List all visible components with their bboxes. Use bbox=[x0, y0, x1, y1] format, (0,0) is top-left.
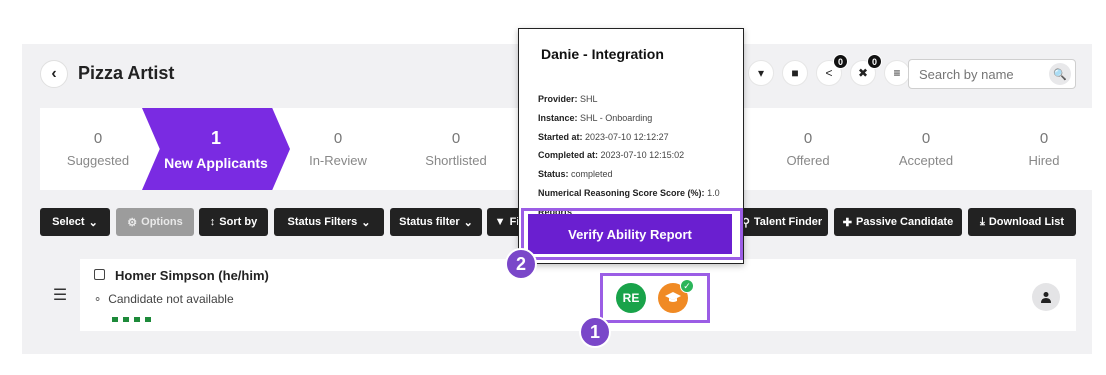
status-filters-button[interactable]: Status Filters ⌄ bbox=[274, 208, 384, 236]
stage-label: Accepted bbox=[898, 153, 954, 168]
sort-icon: ↕ bbox=[209, 216, 216, 228]
detail-provider: Provider: SHL bbox=[538, 94, 598, 104]
highlight-box-1 bbox=[600, 273, 710, 323]
passive-candidate-button[interactable]: ✚ Passive Candidate bbox=[834, 208, 962, 236]
eye-slash-icon: ⚬ bbox=[93, 293, 103, 306]
stage-accepted[interactable]: 0 Accepted bbox=[868, 108, 984, 190]
candidate-availability: ⚬ Candidate not available bbox=[93, 292, 234, 306]
candidate-checkbox[interactable] bbox=[94, 269, 105, 280]
header-actions: ▾ ■ <0 ✖ 0 ≡ bbox=[748, 54, 910, 86]
select-label: Select bbox=[52, 216, 85, 228]
talent-finder-button[interactable]: ⚲ Talent Finder bbox=[736, 208, 828, 236]
popup-details: Provider: SHL Instance: SHL - Onboarding… bbox=[538, 90, 738, 222]
download-list-button[interactable]: ⤓ Download List bbox=[968, 208, 1076, 236]
options-label: Options bbox=[141, 216, 183, 228]
chevron-down-icon: ⌄ bbox=[88, 216, 98, 229]
stage-new-applicants[interactable]: 1 New Applicants bbox=[142, 108, 290, 190]
passive-candidate-label: Passive Candidate bbox=[856, 216, 954, 228]
stage-count: 1 bbox=[210, 127, 221, 148]
stage-label: New Applicants bbox=[164, 154, 268, 171]
back-button[interactable]: ‹ bbox=[40, 60, 68, 88]
person-shape bbox=[1041, 292, 1051, 303]
share-icon[interactable]: <0 bbox=[816, 54, 848, 86]
status-filters-label: Status Filters bbox=[287, 216, 358, 228]
page-title: Pizza Artist bbox=[78, 63, 175, 83]
detail-instance: Instance: SHL - Onboarding bbox=[538, 112, 653, 123]
drag-handle-icon[interactable]: ☰ bbox=[40, 259, 80, 331]
stage-label: In-Review bbox=[309, 153, 367, 168]
download-list-label: Download List bbox=[988, 216, 1065, 228]
stage-count: 0 bbox=[1039, 130, 1049, 147]
stage-offered[interactable]: 0 Offered bbox=[750, 108, 866, 190]
chevron-left-icon: ‹ bbox=[51, 65, 57, 82]
options-button[interactable]: ⚙ Options bbox=[116, 208, 194, 236]
progress-dots bbox=[112, 317, 151, 322]
step-marker-1: 1 bbox=[579, 316, 611, 348]
availability-text: Candidate not available bbox=[108, 292, 234, 306]
chevron-down-icon: ⌄ bbox=[361, 216, 371, 229]
detail-status: Status: completed bbox=[538, 169, 613, 180]
share-count-badge: 0 bbox=[833, 54, 848, 69]
stage-label: Hired bbox=[1028, 153, 1060, 168]
detail-completed: Completed at: 2023-07-10 12:15:02 bbox=[538, 150, 685, 161]
stage-label: Shortlisted bbox=[425, 153, 487, 168]
dropdown-caret-icon[interactable]: ▾ bbox=[748, 60, 774, 86]
stage-count: 0 bbox=[803, 130, 813, 147]
stage-label: Suggested bbox=[66, 153, 130, 168]
detail-score: Numerical Reasoning Score Score (%): 1.0 bbox=[538, 187, 720, 198]
stage-shortlisted[interactable]: 0 Shortlisted bbox=[398, 108, 514, 190]
status-filter-button[interactable]: Status filter ⌄ bbox=[390, 208, 482, 236]
detail-started: Started at: 2023-07-10 12:12:27 bbox=[538, 131, 669, 142]
candidate-name[interactable]: Homer Simpson (he/him) bbox=[115, 268, 269, 283]
highlight-box-2 bbox=[521, 208, 743, 260]
add-user-icon: ✚ bbox=[842, 216, 852, 229]
stage-suggested[interactable]: 0 Suggested bbox=[40, 108, 156, 190]
search-field[interactable]: 🔍 bbox=[908, 59, 1076, 89]
download-icon: ⤓ bbox=[979, 215, 985, 228]
list-icon[interactable]: ≡ bbox=[884, 60, 910, 86]
filter-icon: ▼ bbox=[494, 216, 506, 228]
stage-in-review[interactable]: 0 In-Review bbox=[280, 108, 396, 190]
popup-title: Danie - Integration bbox=[541, 46, 664, 62]
stage-count: 0 bbox=[93, 130, 103, 147]
note-icon[interactable]: ■ bbox=[782, 60, 808, 86]
search-input[interactable] bbox=[919, 66, 1049, 82]
stage-count: 0 bbox=[451, 130, 461, 147]
stage-hired[interactable]: 0 Hired bbox=[986, 108, 1102, 190]
select-button[interactable]: Select ⌄ bbox=[40, 208, 110, 236]
status-filter-label: Status filter bbox=[399, 216, 460, 228]
search-icon[interactable]: 🔍 bbox=[1049, 63, 1071, 85]
remove-count-badge: 0 bbox=[867, 54, 882, 69]
talent-finder-label: Talent Finder bbox=[753, 216, 823, 228]
stage-label: Offered bbox=[786, 153, 830, 168]
gear-icon: ⚙ bbox=[127, 216, 138, 229]
sort-by-button[interactable]: ↕ Sort by bbox=[199, 208, 268, 236]
stage-count: 0 bbox=[333, 130, 343, 147]
person-icon[interactable] bbox=[1032, 283, 1060, 311]
remove-user-icon[interactable]: ✖ 0 bbox=[850, 54, 882, 86]
sort-label: Sort by bbox=[219, 216, 258, 228]
chevron-down-icon: ⌄ bbox=[463, 216, 473, 229]
step-marker-2: 2 bbox=[505, 248, 537, 280]
stage-count: 0 bbox=[921, 130, 931, 147]
